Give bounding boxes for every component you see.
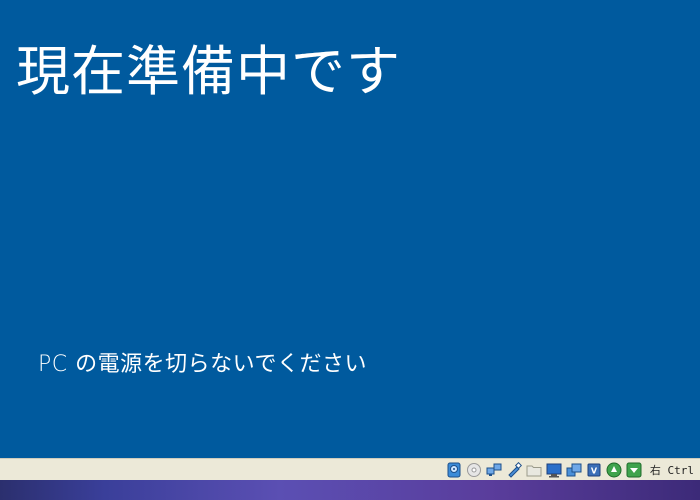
host-taskbar (0, 480, 700, 500)
shared-folder-icon[interactable] (526, 462, 542, 478)
status-icons: V 右 Ctrl (446, 461, 694, 479)
power-warning-text: PC の電源を切らないでください (38, 352, 367, 377)
vm-status-bar: V 右 Ctrl (0, 458, 700, 480)
usb-icon[interactable] (506, 462, 522, 478)
cpu-icon[interactable]: V (586, 462, 602, 478)
page-title: 現在準備中です (16, 40, 401, 103)
display-icon[interactable] (546, 462, 562, 478)
optical-drive-icon[interactable] (466, 462, 482, 478)
hard-disk-icon[interactable] (446, 462, 462, 478)
network-icon[interactable] (486, 462, 502, 478)
vm-screen: 現在準備中です PC の電源を切らないでください (0, 0, 700, 458)
svg-text:V: V (591, 467, 598, 476)
host-key-label: 右 Ctrl (649, 464, 694, 477)
keyboard-capture-icon[interactable] (626, 462, 642, 478)
mouse-integration-icon[interactable] (606, 462, 622, 478)
video-capture-icon[interactable] (566, 462, 582, 478)
